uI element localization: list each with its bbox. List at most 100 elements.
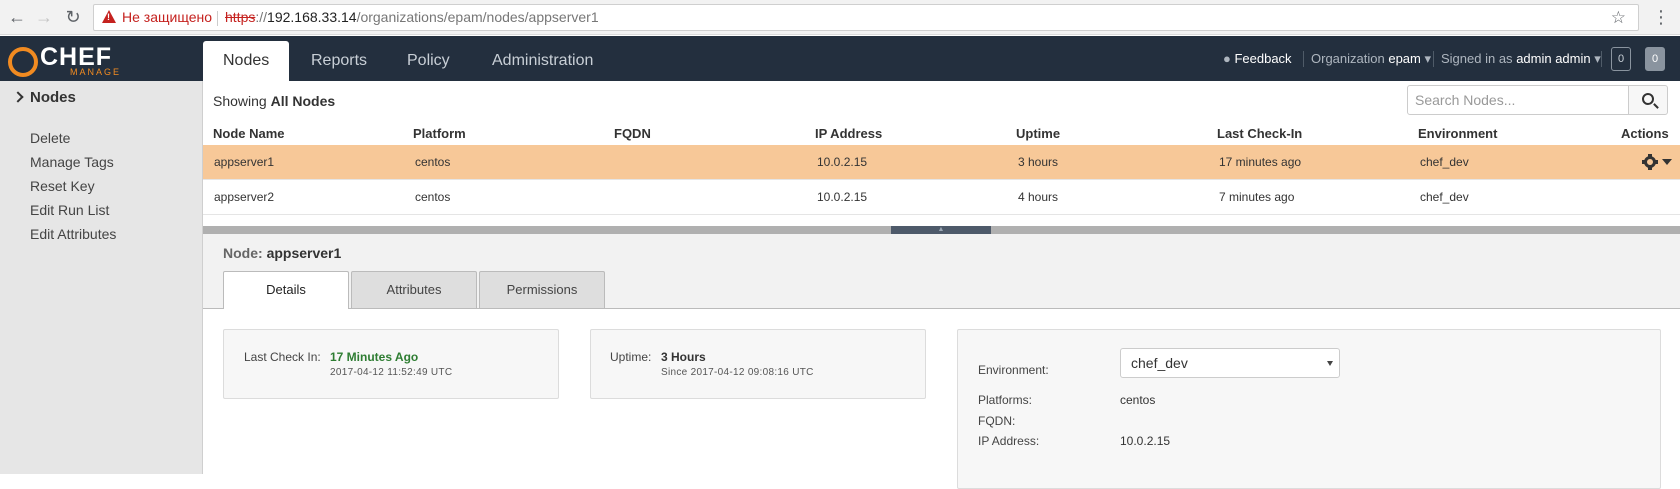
cell-node-name[interactable]: appserver1 (214, 155, 274, 169)
security-label[interactable]: Не защищено (122, 5, 212, 30)
column-header-node-name[interactable]: Node Name (213, 126, 285, 141)
last-check-in-card: Last Check In: 17 Minutes Ago 2017-04-12… (223, 329, 559, 399)
notification-count[interactable]: 0 (1611, 47, 1631, 71)
sidebar-item-delete[interactable]: Delete (30, 130, 70, 146)
tab-details[interactable]: Details (223, 271, 349, 309)
cell-uptime: 3 hours (1018, 155, 1059, 169)
column-header-uptime[interactable]: Uptime (1016, 126, 1060, 141)
gear-icon[interactable] (1642, 154, 1658, 170)
column-header-actions: Actions (1621, 126, 1669, 141)
uptime-value: 3 Hours (661, 350, 706, 364)
ip-address-label: IP Address: (978, 434, 1040, 448)
fqdn-label: FQDN: (978, 414, 1016, 428)
reload-icon[interactable]: ↻ (62, 6, 84, 28)
tab-attributes[interactable]: Attributes (351, 271, 477, 308)
environment-card: Environment: chef_dev Platforms: centos … (957, 329, 1661, 489)
cell-platform: centos (415, 190, 451, 204)
last-check-in-time: 2017-04-12 11:52:49 UTC (330, 367, 453, 378)
splitter-handle[interactable]: ▲ (891, 226, 991, 234)
tab-nodes[interactable]: Nodes (203, 41, 290, 81)
user-menu[interactable]: Signed in as admin admin ▾ (1441, 36, 1601, 81)
speech-bubble-icon: ● (1223, 51, 1235, 66)
feedback-link[interactable]: ● Feedback (1223, 36, 1292, 81)
node-name: appserver1 (266, 245, 342, 261)
cell-platform: centos (415, 155, 451, 169)
column-header-fqdn[interactable]: FQDN (614, 126, 651, 141)
signed-in-user: admin admin (1516, 51, 1591, 66)
node-title: Node: appserver1 (223, 245, 341, 261)
cell-node-name[interactable]: appserver2 (214, 190, 274, 204)
cell-ip-address: 10.0.2.15 (817, 190, 868, 204)
pane-splitter[interactable]: ▲ (203, 226, 1680, 234)
nav-divider (1601, 51, 1602, 67)
tab-reports[interactable]: Reports (291, 41, 387, 81)
search-input[interactable]: Search Nodes... (1407, 85, 1629, 115)
url-protocol: https (225, 9, 256, 25)
logo-subtext: MANAGE (70, 67, 122, 77)
cell-last-check-in: 17 minutes ago (1219, 155, 1302, 169)
table-row[interactable]: appserver1 centos 10.0.2.15 3 hours 17 m… (203, 145, 1680, 180)
organization-menu[interactable]: Organization epam ▾ (1311, 36, 1431, 81)
sidebar-title-label: Nodes (30, 89, 76, 106)
environment-label: Environment: (978, 363, 1049, 377)
uptime-card: Uptime: 3 Hours Since 2017-04-12 09:08:1… (590, 329, 926, 399)
sidebar-item-manage-tags[interactable]: Manage Tags (30, 154, 114, 170)
nav-divider (1433, 51, 1434, 67)
chef-logo-mark-icon (8, 47, 38, 77)
forward-icon[interactable]: → (33, 6, 55, 28)
environment-select-value: chef_dev (1131, 355, 1188, 371)
cell-ip-address: 10.0.2.15 (817, 155, 868, 169)
tab-permissions[interactable]: Permissions (479, 271, 605, 308)
chevron-right-icon (12, 91, 24, 103)
org-value: epam (1388, 51, 1421, 66)
platforms-label: Platforms: (978, 393, 1033, 407)
cell-environment: chef_dev (1420, 190, 1469, 204)
top-navigation: CHEF MANAGE Nodes Reports Policy Adminis… (0, 36, 1680, 81)
sidebar-title[interactable]: Nodes (12, 89, 76, 106)
browser-menu-icon[interactable]: ⋮ (1652, 5, 1670, 29)
tab-administration[interactable]: Administration (472, 41, 613, 81)
search-button[interactable] (1628, 85, 1668, 115)
last-check-in-value: 17 Minutes Ago (330, 350, 419, 364)
signed-in-label: Signed in as (1441, 51, 1513, 66)
sidebar-item-edit-attributes[interactable]: Edit Attributes (30, 226, 116, 242)
column-header-platform[interactable]: Platform (413, 126, 466, 141)
showing-value: All Nodes (270, 93, 336, 109)
ip-address-value: 10.0.2.15 (1120, 434, 1171, 448)
bookmark-star-icon[interactable]: ☆ (1611, 5, 1626, 30)
address-bar[interactable]: Не защищено https://192.168.33.14/organi… (93, 4, 1639, 31)
address-separator (217, 11, 218, 26)
tab-policy[interactable]: Policy (387, 41, 470, 81)
url-path: /organizations/epam/nodes/appserver1 (356, 9, 599, 25)
environment-select[interactable]: chef_dev (1120, 348, 1340, 378)
sidebar-item-reset-key[interactable]: Reset Key (30, 178, 95, 194)
url-text[interactable]: https://192.168.33.14/organizations/epam… (225, 5, 599, 30)
sidebar-item-edit-run-list[interactable]: Edit Run List (30, 202, 109, 218)
chevron-down-icon: ▾ (1594, 51, 1601, 66)
url-separator: :// (255, 9, 268, 25)
chevron-down-icon (1327, 361, 1333, 366)
org-label: Organization (1311, 51, 1385, 66)
nav-divider (1303, 51, 1304, 67)
column-header-last-check-in[interactable]: Last Check-In (1217, 126, 1302, 141)
chevron-down-icon: ▾ (1424, 51, 1432, 66)
showing-prefix: Showing (213, 93, 267, 109)
column-header-environment[interactable]: Environment (1418, 126, 1497, 141)
platforms-value: centos (1120, 393, 1156, 407)
node-label: Node: (223, 245, 263, 261)
showing-label: Showing All Nodes (213, 93, 335, 109)
column-header-ip-address[interactable]: IP Address (815, 126, 882, 141)
details-panel: Last Check In: 17 Minutes Ago 2017-04-12… (203, 309, 1680, 489)
alert-count[interactable]: 0 (1645, 47, 1665, 71)
cell-last-check-in: 7 minutes ago (1219, 190, 1295, 204)
caret-down-icon[interactable] (1662, 159, 1672, 165)
url-host: 192.168.33.14 (267, 9, 357, 25)
chef-logo[interactable]: CHEF MANAGE (8, 43, 122, 77)
uptime-label: Uptime: (610, 350, 652, 364)
cell-uptime: 4 hours (1018, 190, 1059, 204)
back-icon[interactable]: ← (6, 6, 28, 28)
browser-toolbar: ← → ↻ Не защищено https://192.168.33.14/… (0, 0, 1680, 35)
node-detail-pane: Node: appserver1 Details Attributes Perm… (203, 234, 1680, 489)
table-row[interactable]: appserver2 centos 10.0.2.15 4 hours 7 mi… (203, 180, 1680, 215)
last-check-in-label: Last Check In: (244, 350, 321, 364)
